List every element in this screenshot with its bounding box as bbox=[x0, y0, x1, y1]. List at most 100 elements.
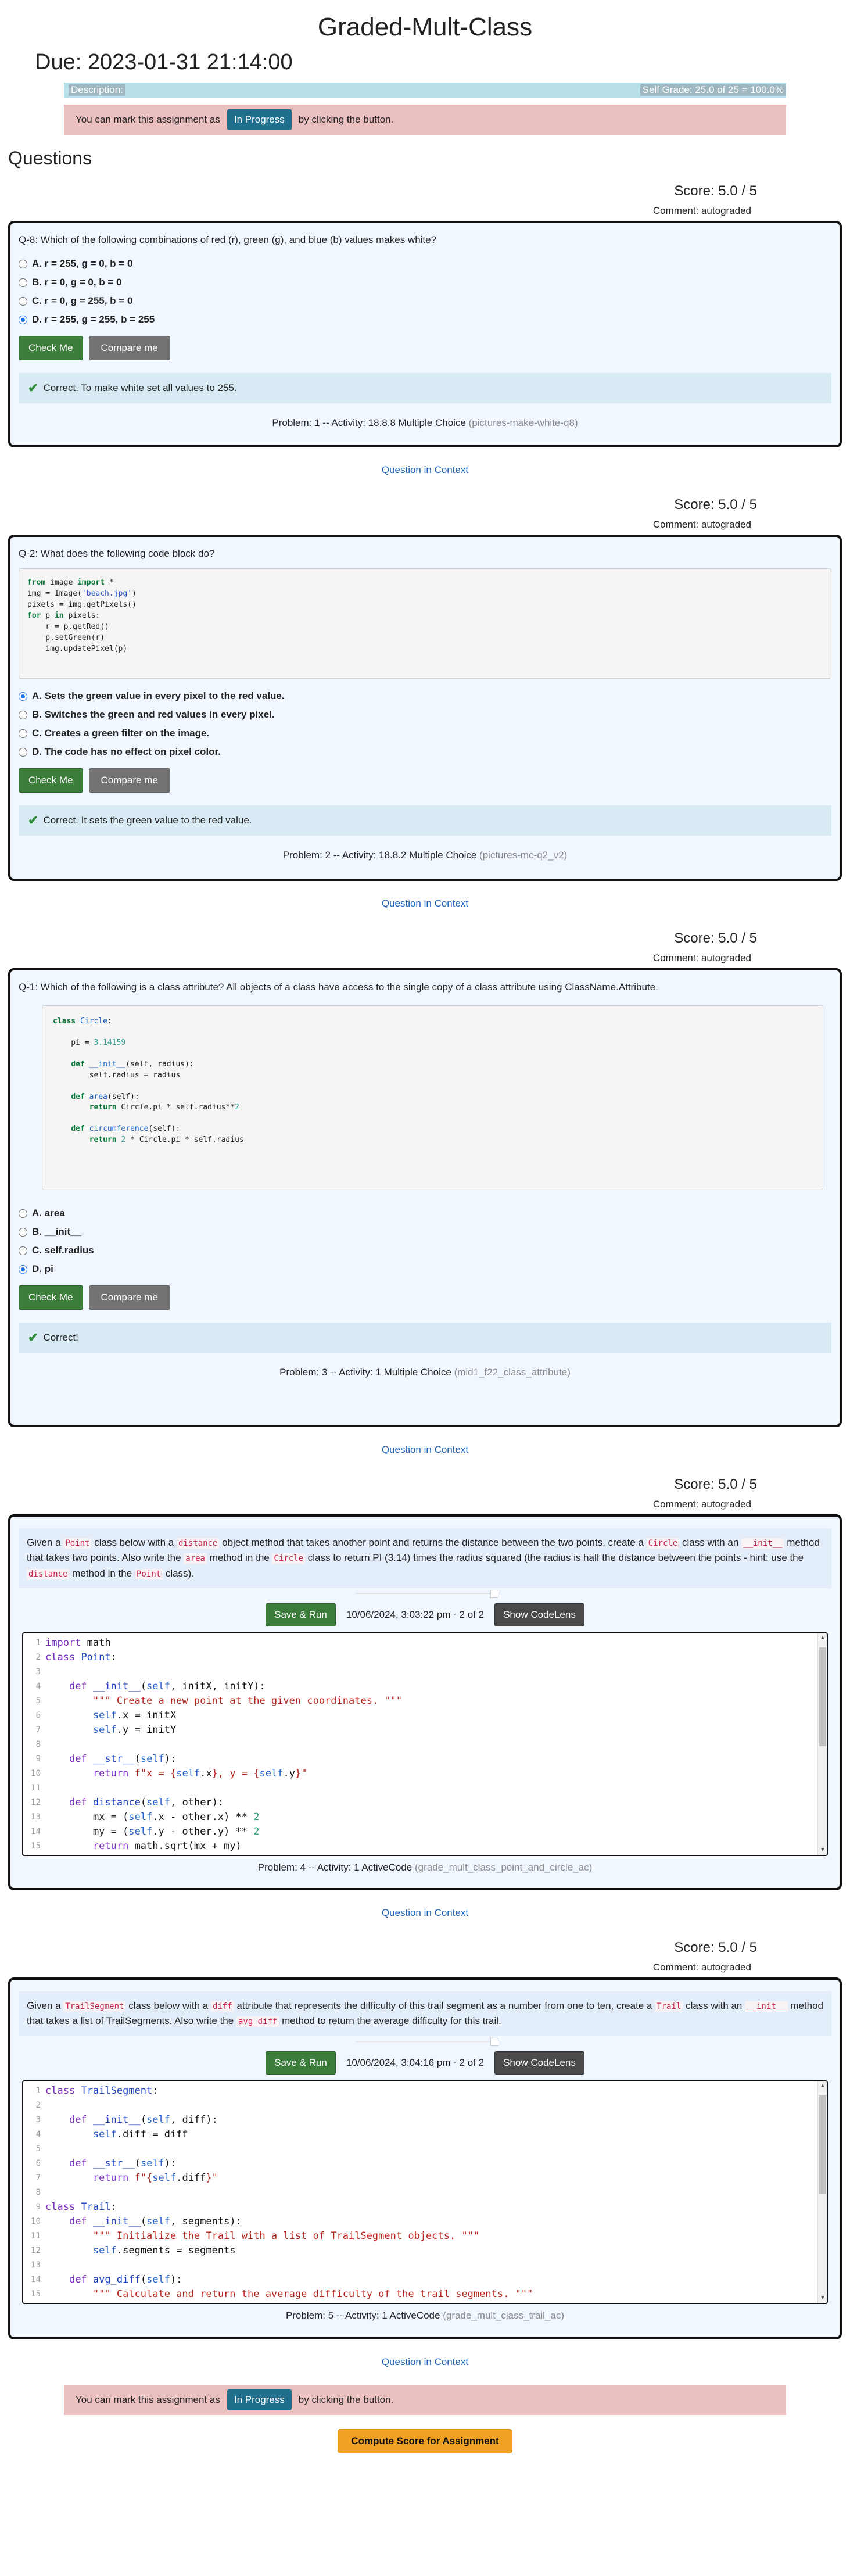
slider-thumb[interactable] bbox=[490, 2037, 498, 2046]
problem-description: Given a Point class below with a distanc… bbox=[19, 1528, 831, 1589]
problem-id: (pictures-mc-q2_v2) bbox=[479, 850, 568, 861]
show-codelens-button[interactable]: Show CodeLens bbox=[494, 1603, 584, 1627]
scroll-thumb[interactable] bbox=[819, 2095, 826, 2194]
radio-button[interactable] bbox=[19, 1246, 27, 1255]
question-prompt: Q-8: Which of the following combinations… bbox=[19, 234, 437, 245]
question-in-context-link[interactable]: Question in Context bbox=[0, 1890, 850, 1936]
desc-text: class with an bbox=[686, 2000, 743, 2011]
show-codelens-button[interactable]: Show CodeLens bbox=[494, 2051, 584, 2075]
scroll-thumb[interactable] bbox=[819, 1647, 826, 1747]
description-label: Description: bbox=[69, 84, 125, 96]
feedback-box: ✔ Correct! bbox=[19, 1323, 831, 1353]
activecode-card: Given a TrailSegment class below with a … bbox=[8, 1977, 842, 2339]
save-and-run-button[interactable]: Save & Run bbox=[266, 2051, 336, 2075]
comment: Comment: autograded bbox=[652, 1499, 751, 1510]
compare-me-button[interactable]: Compare me bbox=[88, 336, 170, 361]
desc-text: class below with a bbox=[128, 2000, 209, 2011]
check-me-button[interactable]: Check Me bbox=[19, 1285, 83, 1310]
problem-label: Problem: 3 -- Activity: 1 Multiple Choic… bbox=[279, 1367, 451, 1378]
feedback-box: ✔ Correct. It sets the green value to th… bbox=[19, 805, 831, 836]
option-a[interactable]: A. area bbox=[19, 1204, 831, 1223]
desc-text: Given a bbox=[27, 1537, 61, 1548]
status-alert: You can mark this assignment as In Progr… bbox=[64, 105, 786, 135]
slider-thumb[interactable] bbox=[490, 1590, 498, 1599]
desc-text: method in the bbox=[209, 1552, 270, 1564]
option-c[interactable]: C. self.radius bbox=[19, 1241, 831, 1260]
check-me-button[interactable]: Check Me bbox=[19, 336, 83, 361]
code-editor[interactable]: 1 import math 2 class Point: 3 4 def __ini… bbox=[22, 1632, 828, 1857]
scroll-down-icon[interactable]: ▼ bbox=[818, 1846, 827, 1855]
option-c[interactable]: C. r = 0, g = 255, b = 0 bbox=[19, 292, 831, 310]
option-b[interactable]: B. __init__ bbox=[19, 1223, 831, 1241]
option-d[interactable]: D. r = 255, g = 255, b = 255 bbox=[19, 310, 831, 329]
option-a[interactable]: A. r = 255, g = 0, b = 0 bbox=[19, 255, 831, 273]
radio-button[interactable] bbox=[19, 1227, 27, 1237]
question-in-context-link[interactable]: Question in Context bbox=[0, 881, 850, 926]
radio-button[interactable] bbox=[19, 710, 27, 719]
question-in-context-link[interactable]: Question in Context bbox=[0, 1427, 850, 1472]
radio-button-selected[interactable] bbox=[19, 315, 27, 324]
history-slider[interactable] bbox=[355, 1590, 498, 1599]
score: Score: 5.0 / 5 bbox=[674, 930, 757, 946]
desc-text: class below with a bbox=[94, 1537, 174, 1548]
feedback-text: Correct. It sets the green value to the … bbox=[43, 815, 252, 826]
compare-me-button[interactable]: Compare me bbox=[88, 1285, 170, 1310]
option-d[interactable]: D. pi bbox=[19, 1260, 831, 1278]
problem-id: (mid1_f22_class_attribute) bbox=[454, 1367, 571, 1378]
compare-me-button[interactable]: Compare me bbox=[88, 768, 170, 793]
question-in-context-link[interactable]: Question in Context bbox=[0, 2339, 850, 2385]
radio-button[interactable] bbox=[19, 1209, 27, 1218]
scroll-up-icon[interactable]: ▲ bbox=[818, 1633, 827, 1643]
radio-button[interactable] bbox=[19, 296, 27, 306]
description-bar: Description: Self Grade: 25.0 of 25 = 10… bbox=[64, 83, 786, 98]
comment: Comment: autograded bbox=[652, 205, 751, 216]
radio-button[interactable] bbox=[19, 729, 27, 738]
compute-score-button[interactable]: Compute Score for Assignment bbox=[338, 2429, 512, 2453]
editor-scrollbar[interactable]: ▲ ▼ bbox=[817, 1633, 827, 1855]
code-editor[interactable]: 1 class TrailSegment: 2 3 def __init__(se… bbox=[22, 2080, 828, 2304]
problem-info: Problem: 5 -- Activity: 1 ActiveCode (gr… bbox=[19, 2310, 831, 2330]
activecode-card: Given a Point class below with a distanc… bbox=[8, 1514, 842, 1890]
scroll-down-icon[interactable]: ▼ bbox=[818, 2294, 827, 2303]
comment: Comment: autograded bbox=[652, 952, 751, 963]
check-me-button[interactable]: Check Me bbox=[19, 768, 83, 793]
checkmark-icon: ✔ bbox=[28, 813, 39, 828]
save-and-run-button[interactable]: Save & Run bbox=[266, 1603, 336, 1627]
feedback-text: Correct! bbox=[43, 1332, 78, 1343]
option-b[interactable]: B. r = 0, g = 0, b = 0 bbox=[19, 273, 831, 292]
option-b[interactable]: B. Switches the green and red values in … bbox=[19, 705, 831, 724]
desc-text: class to return PI (3.14) times the radi… bbox=[307, 1552, 804, 1564]
checkmark-icon: ✔ bbox=[28, 381, 39, 396]
comment: Comment: autograded bbox=[652, 519, 751, 530]
status-suffix: by clicking the button. bbox=[298, 2394, 394, 2405]
code-token: TrailSegment bbox=[63, 2001, 126, 2012]
radio-button-selected[interactable] bbox=[19, 692, 27, 701]
option-c[interactable]: C. Creates a green filter on the image. bbox=[19, 724, 831, 743]
code-token: Trail bbox=[655, 2001, 683, 2012]
radio-button[interactable] bbox=[19, 747, 27, 757]
problem-description: Given a TrailSegment class below with a … bbox=[19, 1991, 831, 2036]
problem-label: Problem: 1 -- Activity: 18.8.8 Multiple … bbox=[272, 417, 466, 429]
option-a[interactable]: A. Sets the green value in every pixel t… bbox=[19, 687, 831, 705]
code-token: Circle bbox=[646, 1538, 680, 1549]
scroll-up-icon[interactable]: ▲ bbox=[818, 2081, 827, 2091]
history-slider[interactable] bbox=[355, 2037, 498, 2047]
option-d[interactable]: D. The code has no effect on pixel color… bbox=[19, 743, 831, 761]
editor-scrollbar[interactable]: ▲ ▼ bbox=[817, 2081, 827, 2303]
radio-button[interactable] bbox=[19, 278, 27, 287]
radio-button-selected[interactable] bbox=[19, 1264, 27, 1274]
in-progress-button[interactable]: In Progress bbox=[227, 109, 292, 130]
option-label: D. The code has no effect on pixel color… bbox=[32, 746, 221, 758]
option-label: C. r = 0, g = 255, b = 0 bbox=[32, 295, 133, 307]
desc-text: method to return the average difficulty … bbox=[282, 2015, 501, 2027]
code-token: diff bbox=[210, 2001, 234, 2012]
in-progress-button[interactable]: In Progress bbox=[227, 2389, 292, 2410]
problem-info: Problem: 1 -- Activity: 18.8.8 Multiple … bbox=[19, 417, 831, 437]
question-card: Q-1: Which of the following is a class a… bbox=[8, 968, 842, 1427]
code-block: class Circle: pi = 3.14159 def __init__(… bbox=[42, 1005, 823, 1191]
question-in-context-link[interactable]: Question in Context bbox=[0, 447, 850, 493]
questions-heading: Questions bbox=[8, 148, 92, 169]
feedback-box: ✔ Correct. To make white set all values … bbox=[19, 373, 831, 404]
due-date: Due: 2023-01-31 21:14:00 bbox=[35, 50, 293, 74]
radio-button[interactable] bbox=[19, 259, 27, 268]
